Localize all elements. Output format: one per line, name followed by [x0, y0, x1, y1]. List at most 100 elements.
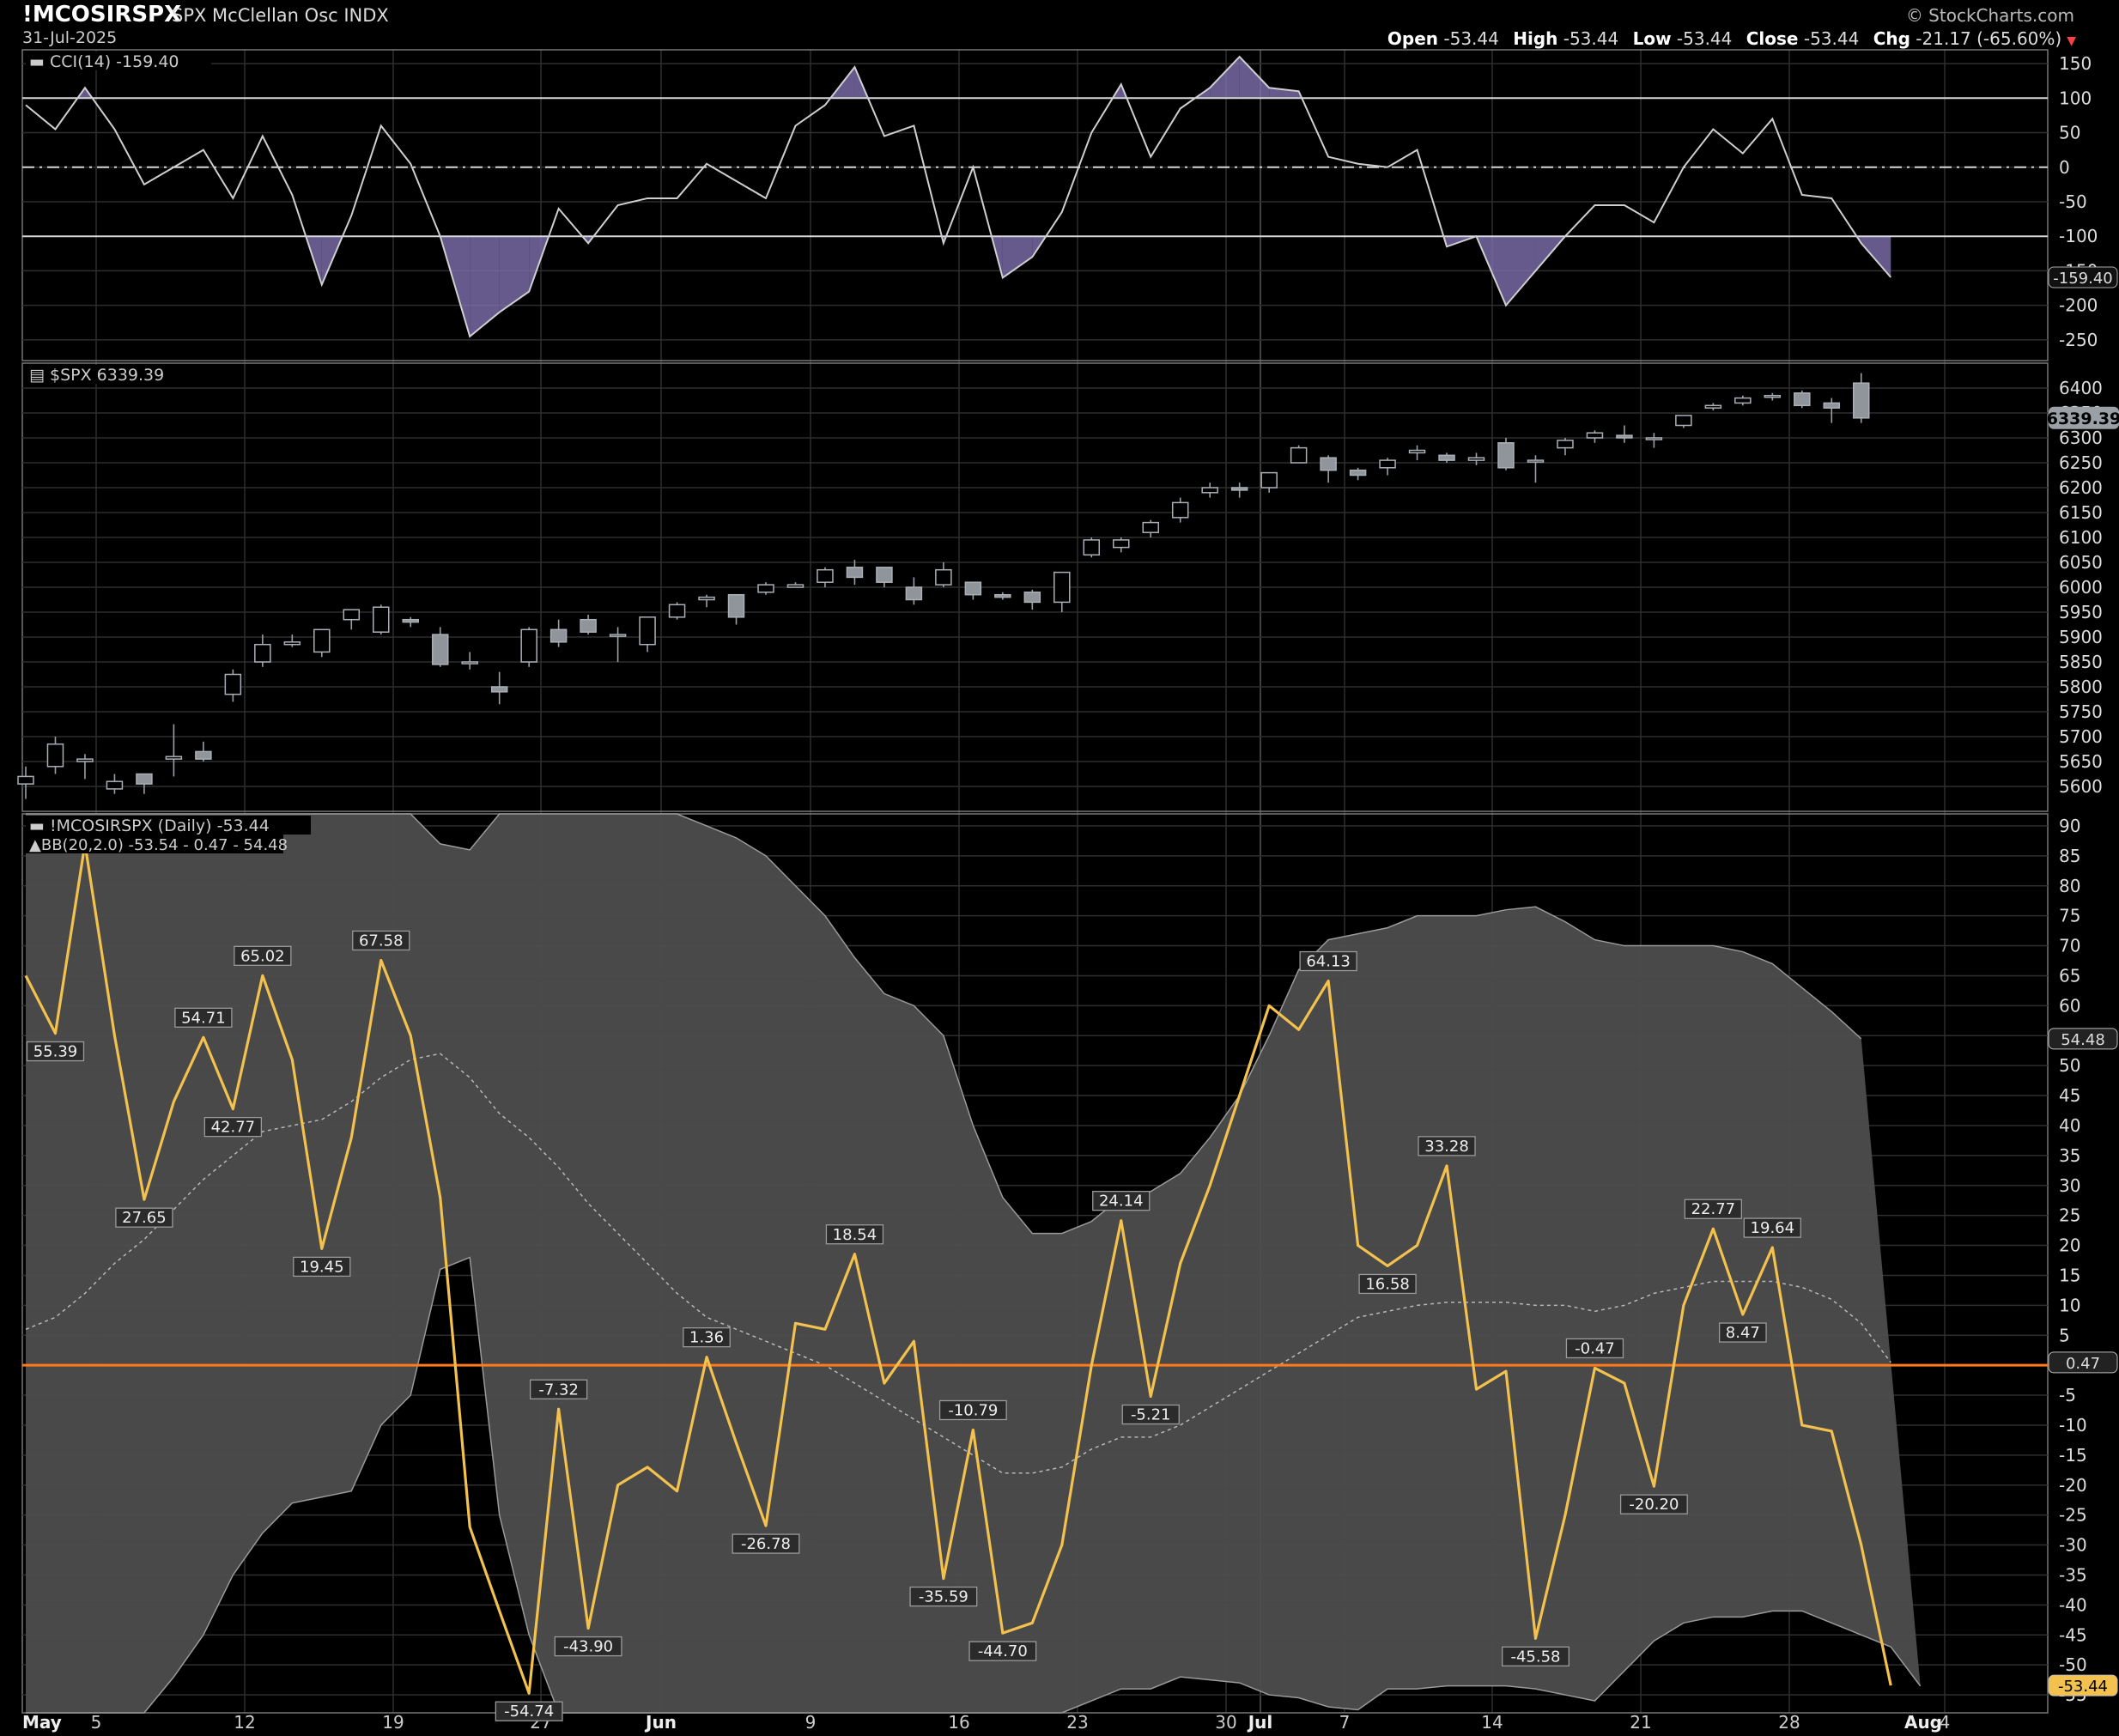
y-tick-label: -40: [2059, 1594, 2087, 1615]
oscillator-data-label: 19.64: [1743, 1217, 1801, 1238]
data-label-text: 22.77: [1691, 1200, 1736, 1218]
bb-title: ▲BB(20,2.0) -53.54 - 0.47 - 54.48: [29, 836, 288, 854]
oscillator-data-label: 54.71: [174, 1007, 233, 1028]
spx-candle-body: [1704, 404, 1722, 409]
y-tick-label: -15: [2059, 1445, 2087, 1466]
data-label-text: 19.64: [1751, 1219, 1795, 1237]
spx-candle: [1260, 471, 1278, 493]
spx-candle-body: [1497, 442, 1515, 469]
y-tick-label: 5850: [2059, 652, 2103, 672]
spx-candle-body: [549, 628, 568, 643]
spx-candle-body: [994, 593, 1011, 598]
spx-candle: [1171, 497, 1189, 523]
data-label-text: 42.77: [211, 1119, 256, 1137]
spx-candle-body: [1142, 521, 1159, 533]
spx-candle-body: [343, 609, 361, 621]
spx-candle: [905, 577, 923, 605]
spx-candle: [373, 604, 390, 635]
y-tick-label: -25: [2059, 1505, 2087, 1526]
oscillator-data-label: 19.45: [293, 1256, 351, 1278]
y-tick-label: 5750: [2059, 701, 2103, 722]
x-axis-label: 30: [1215, 1712, 1236, 1733]
spx-candle: [1675, 415, 1692, 428]
spx-candle: [1616, 425, 1633, 443]
y-tick-label: 65: [2059, 965, 2080, 986]
spx-candle-body: [1379, 459, 1396, 469]
spx-candle-body: [935, 568, 952, 586]
spx-candle: [1764, 392, 1782, 401]
spx-candle-body: [224, 673, 242, 695]
y-tick-label: -50: [2059, 1654, 2087, 1675]
chart-canvas: May 5 12 19 27 Jun 9 16 23 30 Jul 7 14 21 28 Aug4150100…: [17, 49, 2119, 1733]
spx-candle: [698, 594, 715, 608]
spx-candle-body: [431, 634, 449, 665]
spx-candle-body: [727, 593, 745, 618]
spx-candle-body: [1349, 469, 1367, 476]
spx-candle-body: [1408, 449, 1426, 454]
spx-candle-body: [1438, 454, 1455, 461]
spx-candle-body: [1527, 459, 1545, 463]
spx-candle-body: [905, 586, 923, 601]
open-value: -53.44: [1443, 28, 1499, 49]
spx-candle: [165, 724, 183, 777]
bb-upper-last-value-label: 54.48: [2061, 1031, 2105, 1049]
y-tick-label: 150: [2059, 53, 2092, 74]
spx-candle: [313, 628, 331, 658]
symbol-title: !MCOSIRSPX: [22, 2, 182, 27]
oscillator-data-label: 24.14: [1092, 1191, 1151, 1211]
spx-candle-body: [1467, 457, 1485, 461]
spx-candle: [964, 581, 982, 600]
y-tick-label: -20: [2059, 1475, 2087, 1496]
spx-candle-body: [1230, 487, 1248, 491]
x-axis-label: Aug: [1904, 1712, 1942, 1733]
oscillator-data-label: -26.78: [732, 1533, 800, 1554]
data-label-text: -10.79: [948, 1401, 998, 1419]
oscillator-data-label: -45.58: [1502, 1646, 1570, 1666]
y-tick-label: 15: [2059, 1265, 2080, 1285]
spx-candle-body: [520, 628, 537, 663]
spx-candle-body: [580, 618, 597, 633]
spx-candle: [757, 582, 774, 595]
data-label-text: 64.13: [1306, 953, 1351, 971]
spx-candle-body: [1053, 571, 1071, 604]
x-axis-label: 5: [91, 1712, 102, 1733]
spx-candle-body: [1794, 392, 1811, 407]
spx-candle-body: [609, 634, 627, 637]
cci-excess-area: [470, 236, 500, 337]
spx-candle-body: [1201, 487, 1218, 494]
spx-candle-body: [1171, 501, 1189, 519]
spx-candle-body: [1616, 434, 1633, 439]
spx-candle-body: [1586, 432, 1604, 439]
cci-title: ▬ CCI(14) -159.40: [29, 52, 179, 71]
y-tick-label: 10: [2059, 1295, 2080, 1315]
data-label-text: -35.59: [919, 1588, 968, 1606]
y-tick-label: 50: [2059, 1055, 2080, 1076]
spx-candle-body: [1823, 402, 1841, 409]
spx-candle: [1408, 445, 1426, 461]
y-tick-label: -200: [2059, 295, 2098, 316]
spx-candle-body: [817, 568, 834, 583]
spx-candle-body: [1645, 437, 1663, 440]
spx-candle-body: [254, 643, 271, 663]
spx-candle: [1349, 467, 1367, 481]
symbol-description: SPX McClellan Osc INDX: [172, 5, 389, 26]
x-axis-label: 9: [805, 1712, 817, 1733]
data-label-text: 65.02: [240, 947, 285, 965]
spx-candle: [224, 669, 242, 702]
oscillator-data-label: 65.02: [234, 945, 292, 966]
brand-watermark: © StockCharts.com: [1905, 5, 2074, 26]
spx-candle: [846, 560, 864, 586]
spx-candle: [1201, 483, 1218, 498]
oscillator-data-label: -7.32: [529, 1379, 588, 1399]
spx-last-value-label: 6339.39: [2047, 410, 2119, 428]
oscillator-data-label: 22.77: [1684, 1199, 1743, 1219]
data-label-text: 54.71: [181, 1009, 226, 1027]
oscillator-data-label: -44.70: [968, 1641, 1037, 1661]
y-tick-label: 5600: [2059, 776, 2103, 797]
x-axis-label: 19: [382, 1712, 404, 1733]
spx-candle-body: [402, 618, 419, 623]
y-tick-label: 6050: [2059, 552, 2103, 573]
y-tick-label: 80: [2059, 876, 2080, 896]
y-tick-label: 50: [2059, 123, 2080, 143]
spx-candle: [1053, 571, 1071, 612]
